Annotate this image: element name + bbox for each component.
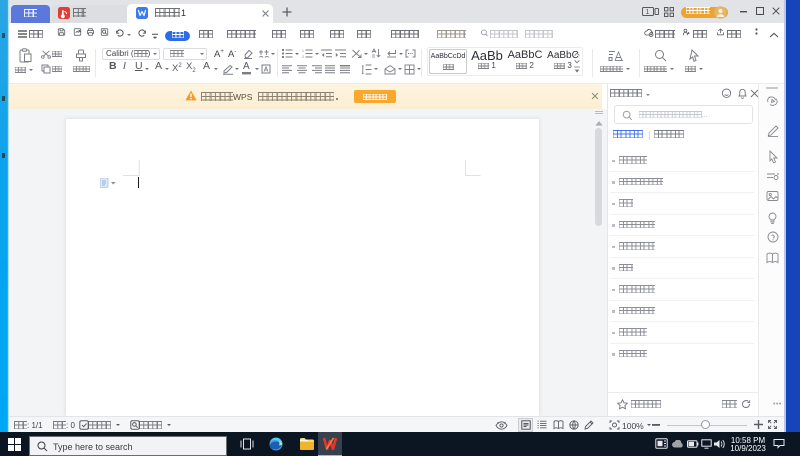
- svg-text:2: 2: [302, 55, 304, 58]
- svg-text:1: 1: [302, 49, 304, 53]
- svg-text:1: 1: [646, 9, 650, 16]
